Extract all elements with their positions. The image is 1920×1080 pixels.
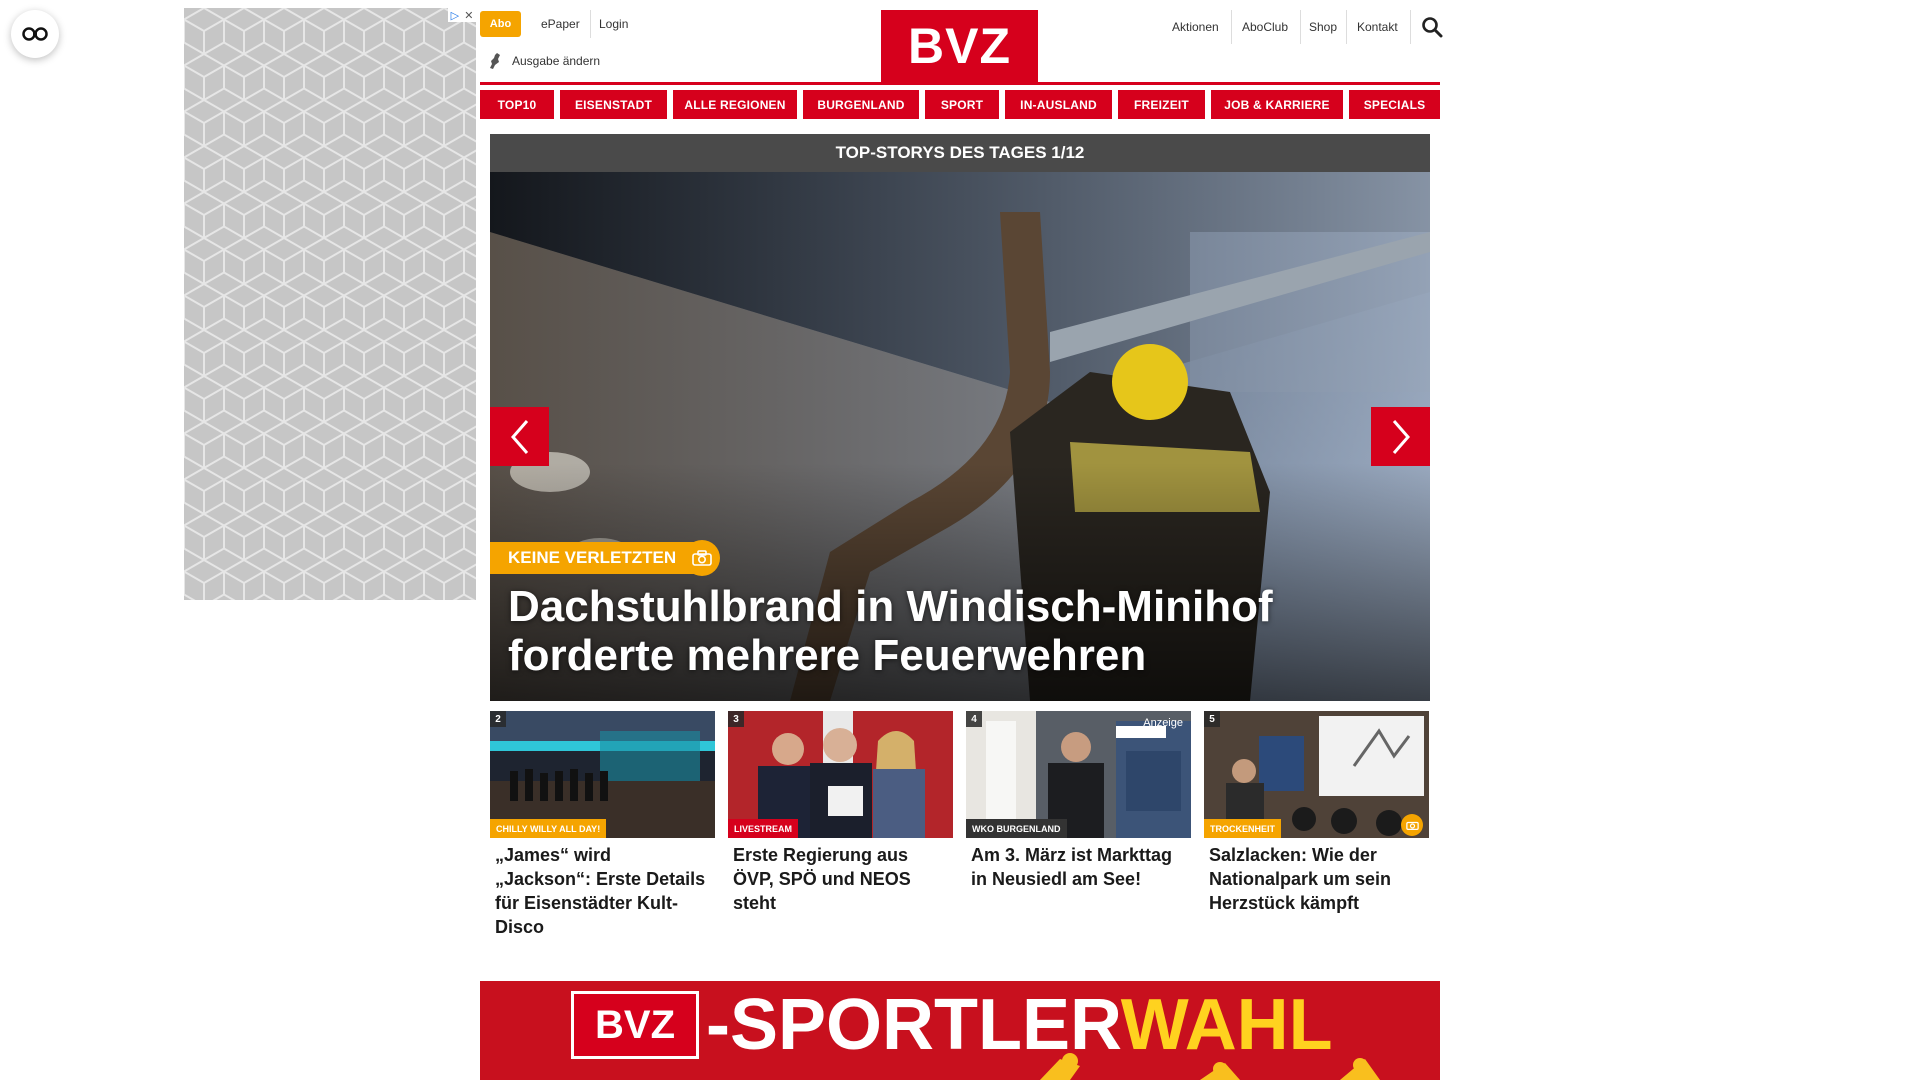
sportlerwahl-banner[interactable]: BVZ -SPORTLERWAHL	[480, 981, 1440, 1080]
banner-bvz-logo: BVZ	[571, 991, 699, 1059]
divider	[590, 10, 591, 38]
divider	[1346, 10, 1347, 44]
nav-link-kontakt[interactable]: Kontakt	[1357, 16, 1398, 38]
ad-pattern	[184, 8, 476, 600]
top-story-slide[interactable]: KEINE VERLETZTEN Dachstuhlbrand in Windi…	[490, 172, 1430, 701]
story-card-title[interactable]: Salzlacken: Wie der Nationalpark um sein…	[1204, 843, 1429, 915]
nav-alle-regionen[interactable]: ALLE REGIONEN	[673, 90, 797, 119]
banner-title: -SPORTLERWAHL	[706, 985, 1333, 1065]
story-rank: 4	[966, 711, 982, 727]
edition-switcher[interactable]: Ausgabe ändern	[488, 52, 600, 70]
story-card-title[interactable]: Am 3. März ist Markttag in Neusiedl am S…	[966, 843, 1191, 891]
nav-specials[interactable]: SPECIALS	[1349, 90, 1440, 119]
abo-button[interactable]: Abo	[480, 11, 521, 37]
story-rank: 5	[1204, 711, 1220, 727]
left-advertisement[interactable]: ▷ ✕	[184, 8, 476, 600]
story-rank: 3	[728, 711, 744, 727]
next-story-button[interactable]	[1371, 407, 1430, 466]
story-rank: 2	[490, 711, 506, 727]
nav-freizeit[interactable]: FREIZEIT	[1118, 90, 1205, 119]
bvz-logo[interactable]: BVZ	[881, 10, 1038, 82]
nav-job-karriere[interactable]: JOB & KARRIERE	[1211, 90, 1343, 119]
divider	[1410, 10, 1411, 44]
story-card[interactable]: 3 LIVESTREAM Erste Regierung aus ÖVP, SP…	[728, 711, 953, 939]
chevron-right-icon	[1392, 419, 1410, 454]
story-headline[interactable]: Dachstuhlbrand in Windisch-Minihof forde…	[508, 582, 1408, 680]
story-card-image: 2 CHILLY WILLY ALL DAY!	[490, 711, 715, 838]
sponsored-badge: Anzeige	[1143, 717, 1183, 729]
top-stories-header: TOP-STORYS DES TAGES 1/12	[490, 134, 1430, 172]
story-card-title[interactable]: „James“ wird „Jackson“: Erste Details fü…	[490, 843, 715, 939]
story-card[interactable]: 4 Anzeige WKO BURGENLAND Am 3. März ist …	[966, 711, 1191, 939]
main-navigation: TOP10 EISENSTADT ALLE REGIONEN BURGENLAN…	[480, 90, 1440, 119]
burgenland-map-icon	[490, 53, 500, 69]
banner-title-main: -SPORTLER	[706, 985, 1121, 1065]
story-card-image: 4 Anzeige WKO BURGENLAND	[966, 711, 1191, 838]
nav-sport[interactable]: SPORT	[925, 90, 999, 119]
banner-title-accent: WAHL	[1120, 985, 1333, 1065]
story-card-image: 3 LIVESTREAM	[728, 711, 953, 838]
story-card-tag: CHILLY WILLY ALL DAY!	[490, 819, 607, 838]
story-card-tag: TROCKENHEIT	[1204, 819, 1281, 838]
nav-link-aboclub[interactable]: AboClub	[1242, 16, 1288, 38]
nav-eisenstadt[interactable]: EISENSTADT	[560, 90, 667, 119]
camera-icon	[684, 540, 720, 576]
story-card[interactable]: 2 CHILLY WILLY ALL DAY! „James“ wird „Ja…	[490, 711, 715, 939]
story-card-image: 5 TROCKENHEIT	[1204, 711, 1429, 838]
header-divider	[480, 82, 1440, 85]
story-kicker[interactable]: KEINE VERLETZTEN	[490, 542, 695, 574]
login-link[interactable]: Login	[599, 11, 628, 37]
story-card-title[interactable]: Erste Regierung aus ÖVP, SPÖ und NEOS st…	[728, 843, 953, 915]
divider	[1231, 10, 1232, 44]
story-card-tag: WKO BURGENLAND	[966, 819, 1067, 838]
epaper-link[interactable]: ePaper	[541, 11, 580, 37]
nav-top10[interactable]: TOP10	[480, 90, 554, 119]
previous-story-button[interactable]	[490, 407, 549, 466]
edition-label: Ausgabe ändern	[512, 54, 601, 68]
camera-icon	[1401, 814, 1423, 836]
privacy-glasses-icon[interactable]	[11, 10, 59, 58]
nav-burgenland[interactable]: BURGENLAND	[803, 90, 919, 119]
ad-close-icon[interactable]: ✕	[464, 9, 473, 22]
adchoices-badge[interactable]: ▷ ✕	[448, 8, 476, 22]
site-header: Abo ePaper Login Ausgabe ändern BVZ Akti…	[480, 0, 1443, 82]
nav-link-aktionen[interactable]: Aktionen	[1172, 16, 1219, 38]
nav-in-ausland[interactable]: IN-AUSLAND	[1005, 90, 1112, 119]
story-card[interactable]: 5 TROCKENHEIT Salzlacken: Wie der Nation…	[1204, 711, 1429, 939]
divider	[1300, 10, 1301, 44]
story-card-tag: LIVESTREAM	[728, 819, 799, 838]
chevron-left-icon	[510, 419, 528, 454]
story-cards: 2 CHILLY WILLY ALL DAY! „James“ wird „Ja…	[490, 711, 1430, 939]
adchoices-icon: ▷	[450, 9, 460, 22]
nav-link-shop[interactable]: Shop	[1309, 16, 1337, 38]
search-icon[interactable]	[1421, 16, 1443, 38]
